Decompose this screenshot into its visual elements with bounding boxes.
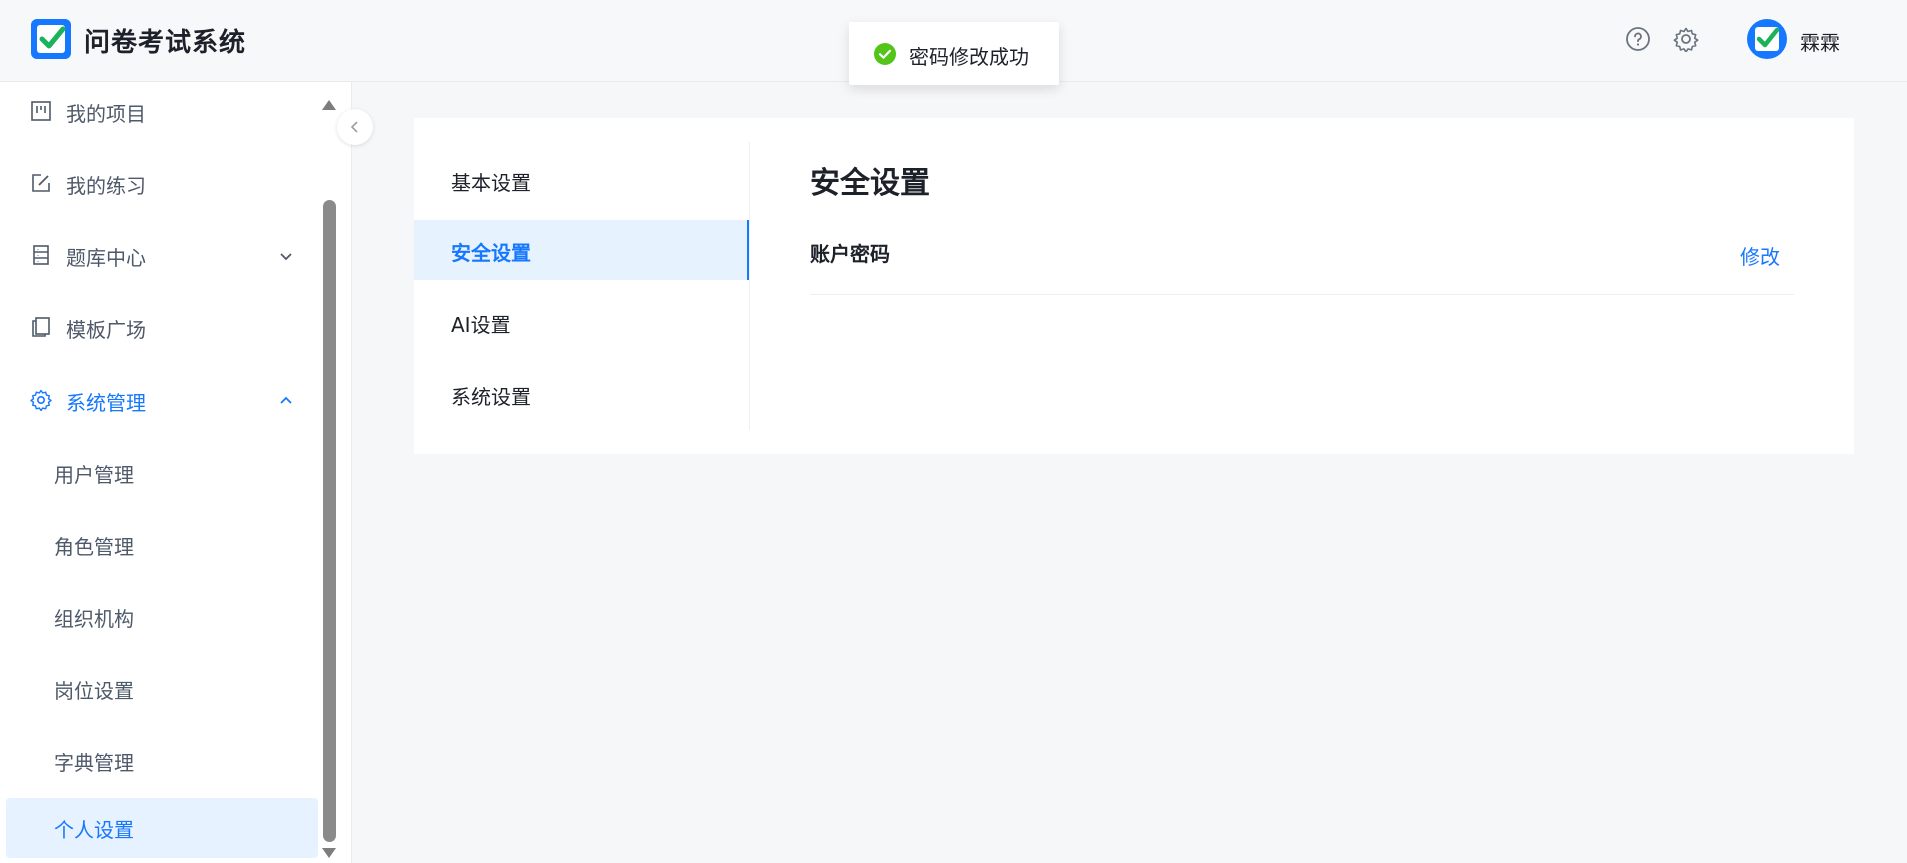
settings-icon[interactable]: [1673, 26, 1699, 52]
gear-icon: [30, 389, 52, 411]
sidebar-item-user-management[interactable]: 用户管理: [6, 443, 318, 503]
sidebar-item-label: 个人设置: [54, 818, 134, 842]
sidebar-item-label: 题库中心: [66, 246, 146, 270]
sidebar-item-label: 模板广场: [66, 318, 146, 342]
sidebar-item-label: 我的项目: [66, 102, 146, 126]
scroll-up-arrow-icon[interactable]: [322, 100, 336, 110]
settings-menu-ai[interactable]: AI设置: [414, 292, 750, 352]
sidebar-item-personal-settings[interactable]: 个人设置: [6, 798, 318, 858]
sidebar-item-label: 岗位设置: [54, 679, 134, 703]
app-title: 问卷考试系统: [84, 28, 247, 58]
scroll-down-arrow-icon[interactable]: [322, 848, 336, 858]
toast-message: 密码修改成功: [909, 45, 1029, 69]
settings-menu-label: 安全设置: [451, 241, 531, 265]
sidebar-item-label: 系统管理: [66, 391, 146, 415]
success-toast: 密码修改成功: [849, 22, 1059, 85]
account-password-label: 账户密码: [810, 242, 890, 266]
avatar[interactable]: [1746, 18, 1788, 60]
settings-menu-system[interactable]: 系统设置: [414, 364, 750, 424]
sidebar-item-label: 字典管理: [54, 751, 134, 775]
app-logo-icon: [31, 19, 71, 59]
chevron-left-icon: [350, 121, 358, 133]
modify-password-link[interactable]: 修改: [1740, 241, 1780, 270]
sidebar-item-role-management[interactable]: 角色管理: [6, 515, 318, 575]
sidebar-item-question-bank[interactable]: 题库中心: [6, 226, 318, 286]
panel-title: 安全设置: [810, 166, 930, 201]
sidebar-item-my-practice[interactable]: 我的练习: [6, 154, 318, 214]
settings-menu-security[interactable]: 安全设置: [414, 220, 750, 280]
sidebar-item-label: 用户管理: [54, 463, 134, 487]
settings-menu-label: 系统设置: [451, 385, 531, 409]
database-icon: [33, 245, 49, 265]
chevron-up-icon: [280, 396, 292, 404]
username[interactable]: 霖霖: [1800, 27, 1840, 56]
sidebar: 我的项目 我的练习 题库中心 模板广场 系统管理 用户管理 角色管理 组织机构 …: [0, 82, 352, 863]
sidebar-item-label: 角色管理: [54, 535, 134, 559]
project-icon: [31, 101, 51, 121]
scrollbar-thumb[interactable]: [323, 200, 336, 842]
settings-menu-label: 基本设置: [451, 171, 531, 195]
sidebar-item-system-management[interactable]: 系统管理: [6, 371, 318, 431]
settings-menu-basic[interactable]: 基本设置: [414, 150, 750, 210]
sidebar-item-label: 组织机构: [54, 607, 134, 631]
help-icon[interactable]: [1625, 26, 1651, 52]
settings-menu-label: AI设置: [451, 313, 511, 337]
sidebar-item-dictionary-management[interactable]: 字典管理: [6, 731, 318, 791]
sidebar-collapse-button[interactable]: [337, 109, 373, 145]
sidebar-item-my-projects[interactable]: 我的项目: [6, 82, 318, 142]
chevron-down-icon: [280, 253, 292, 261]
row-divider: [810, 294, 1794, 295]
sidebar-item-position-settings[interactable]: 岗位设置: [6, 659, 318, 719]
menu-divider: [749, 142, 750, 430]
template-icon: [32, 317, 50, 337]
sidebar-item-organization[interactable]: 组织机构: [6, 587, 318, 647]
sidebar-item-template-square[interactable]: 模板广场: [6, 298, 318, 358]
edit-icon: [32, 174, 50, 192]
settings-menu: 基本设置 安全设置 AI设置 系统设置: [414, 118, 750, 454]
sidebar-item-label: 我的练习: [66, 174, 146, 198]
check-circle-icon: [874, 43, 896, 65]
settings-card: 基本设置 安全设置 AI设置 系统设置 安全设置 账户密码 修改: [414, 118, 1854, 454]
